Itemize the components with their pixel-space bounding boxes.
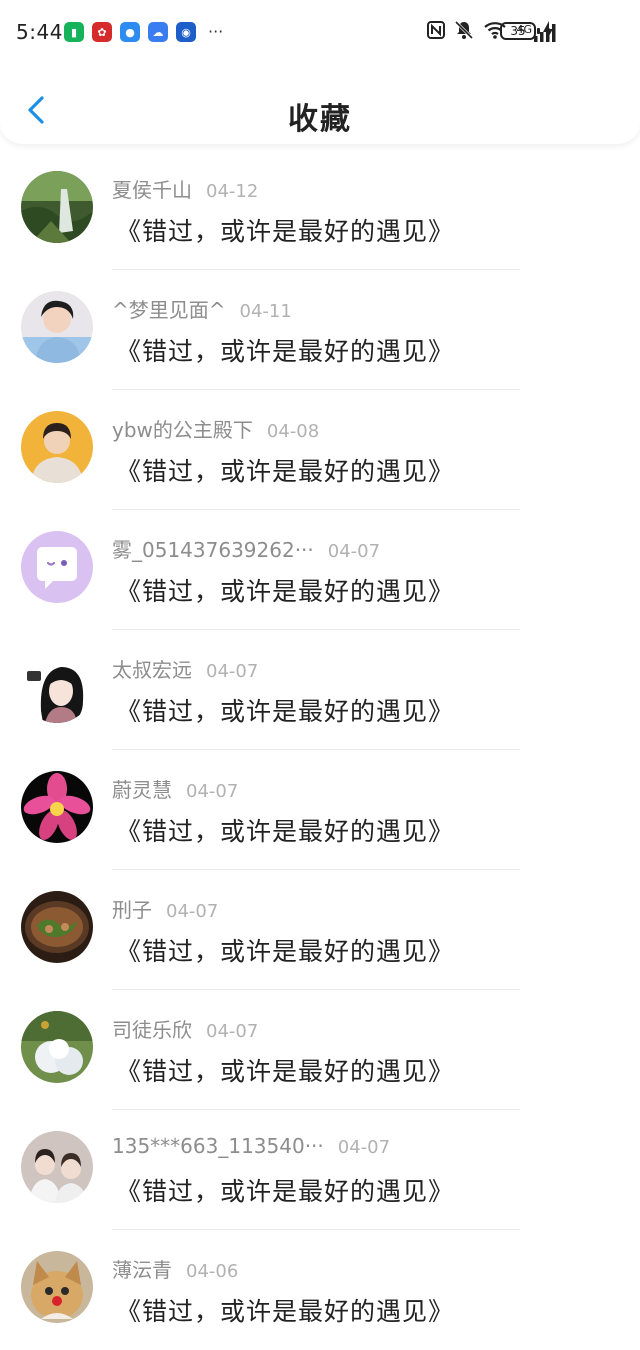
- item-meta: 司徒乐欣 04-07: [112, 1014, 258, 1043]
- date: 04-07: [337, 1137, 391, 1158]
- cloud-icon: ☁: [148, 22, 168, 42]
- mute-icon: [454, 20, 474, 46]
- item-title[interactable]: 《错过，或许是最好的遇见》: [116, 812, 454, 848]
- item-title[interactable]: 《错过，或许是最好的遇见》: [116, 1052, 454, 1088]
- avatar[interactable]: [21, 171, 93, 243]
- bank-icon: ◉: [176, 22, 196, 42]
- username[interactable]: 雾_051437639262···: [112, 538, 314, 562]
- app-header: 收藏: [0, 56, 640, 144]
- avatar[interactable]: [21, 891, 93, 963]
- username[interactable]: 太叔宏远: [112, 658, 192, 682]
- item-title[interactable]: 《错过，或许是最好的遇见》: [116, 452, 454, 488]
- notification-icons: ▮ ✿ ● ☁ ◉ ···: [64, 22, 223, 42]
- item-meta: 夏侯千山 04-12: [112, 174, 258, 203]
- list-item[interactable]: 司徒乐欣 04-07 《错过，或许是最好的遇见》: [0, 990, 640, 1110]
- date: 04-08: [266, 421, 320, 442]
- avatar[interactable]: [21, 651, 93, 723]
- favorites-list: 夏侯千山 04-12 《错过，或许是最好的遇见》 ^梦里见面^ 04-11 《错过，…: [0, 150, 640, 1350]
- battery-indicator: 35: [500, 22, 536, 40]
- list-item[interactable]: 夏侯千山 04-12 《错过，或许是最好的遇见》: [0, 150, 640, 270]
- item-meta: 刑子 04-07: [112, 894, 218, 923]
- list-item[interactable]: 雾_051437639262··· 04-07 《错过，或许是最好的遇见》: [0, 510, 640, 630]
- item-meta: 蔚灵慧 04-07: [112, 774, 238, 803]
- huawei-icon: ✿: [92, 22, 112, 42]
- item-meta: ybw的公主殿下 04-08: [112, 414, 319, 443]
- username[interactable]: 薄沄青: [112, 1258, 172, 1282]
- date: 04-07: [186, 781, 239, 802]
- item-title[interactable]: 《错过，或许是最好的遇见》: [116, 1172, 454, 1208]
- username[interactable]: 刑子: [112, 898, 152, 922]
- date: 04-07: [166, 901, 219, 922]
- item-meta: ^梦里见面^ 04-11: [112, 294, 292, 323]
- avatar[interactable]: [21, 411, 93, 483]
- avatar[interactable]: [21, 771, 93, 843]
- username[interactable]: 司徒乐欣: [112, 1018, 192, 1042]
- date: 04-07: [206, 661, 259, 682]
- avatar[interactable]: [21, 291, 93, 363]
- item-title[interactable]: 《错过，或许是最好的遇见》: [116, 572, 454, 608]
- date: 04-06: [186, 1261, 239, 1282]
- username[interactable]: 蔚灵慧: [112, 778, 172, 802]
- date: 04-12: [206, 181, 259, 202]
- message-icon: ●: [120, 22, 140, 42]
- list-item[interactable]: 135***663_113540··· 04-07 《错过，或许是最好的遇见》: [0, 1110, 640, 1230]
- username[interactable]: ybw的公主殿下: [112, 418, 253, 442]
- item-meta: 135***663_113540··· 04-07: [112, 1134, 390, 1158]
- battery-nub: [537, 28, 540, 34]
- list-item[interactable]: ybw的公主殿下 04-08 《错过，或许是最好的遇见》: [0, 390, 640, 510]
- avatar[interactable]: [21, 1131, 93, 1203]
- avatar[interactable]: [21, 531, 93, 603]
- charging-icon: [542, 21, 554, 46]
- list-item[interactable]: ^梦里见面^ 04-11 《错过，或许是最好的遇见》: [0, 270, 640, 390]
- status-bar: 5:44 ▮ ✿ ● ☁ ◉ ··· 4G 35: [0, 0, 640, 64]
- item-meta: 薄沄青 04-06: [112, 1254, 238, 1283]
- list-item[interactable]: 薄沄青 04-06 《错过，或许是最好的遇见》: [0, 1230, 640, 1350]
- list-item[interactable]: 蔚灵慧 04-07 《错过，或许是最好的遇见》: [0, 750, 640, 870]
- green-app-icon: ▮: [64, 22, 84, 42]
- date: 04-07: [206, 1021, 259, 1042]
- status-time: 5:44: [16, 20, 63, 44]
- page-title: 收藏: [288, 102, 352, 137]
- nfc-icon: [427, 21, 446, 45]
- username[interactable]: 夏侯千山: [112, 178, 192, 202]
- username[interactable]: 135***663_113540···: [112, 1134, 324, 1158]
- item-title[interactable]: 《错过，或许是最好的遇见》: [116, 212, 454, 248]
- username[interactable]: ^梦里见面^: [112, 298, 226, 322]
- item-title[interactable]: 《错过，或许是最好的遇见》: [116, 692, 454, 728]
- date: 04-07: [327, 541, 381, 562]
- more-notifications-icon: ···: [208, 22, 224, 41]
- avatar[interactable]: [21, 1251, 93, 1323]
- list-item[interactable]: 太叔宏远 04-07 《错过，或许是最好的遇见》: [0, 630, 640, 750]
- avatar[interactable]: [21, 1011, 93, 1083]
- item-title[interactable]: 《错过，或许是最好的遇见》: [116, 332, 454, 368]
- item-meta: 雾_051437639262··· 04-07: [112, 534, 380, 563]
- item-title[interactable]: 《错过，或许是最好的遇见》: [116, 1292, 454, 1328]
- date: 04-11: [239, 301, 292, 322]
- item-meta: 太叔宏远 04-07: [112, 654, 258, 683]
- item-title[interactable]: 《错过，或许是最好的遇见》: [116, 932, 454, 968]
- list-item[interactable]: 刑子 04-07 《错过，或许是最好的遇见》: [0, 870, 640, 990]
